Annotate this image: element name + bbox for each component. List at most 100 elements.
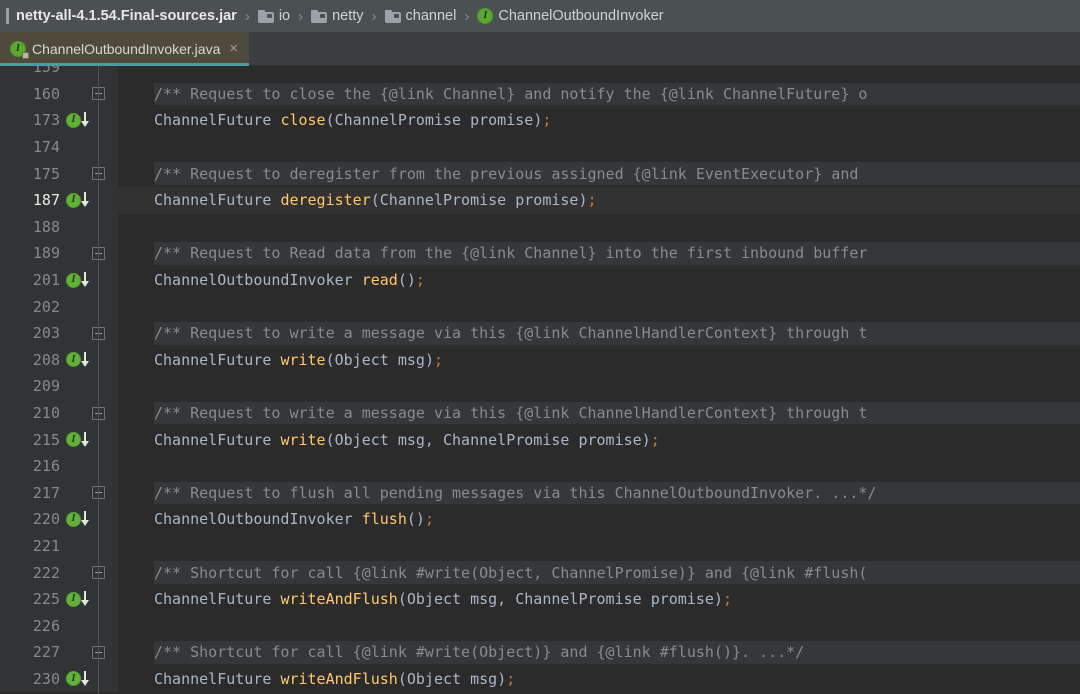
code-line[interactable]: 189 /** Request to Read data from the {@l…: [0, 240, 1080, 267]
code-line[interactable]: 203 /** Request to write a message via th…: [0, 319, 1080, 347]
implementation-marker-icon[interactable]: I: [66, 431, 92, 448]
folder-icon: [384, 9, 401, 23]
breadcrumb-jar-label: netty-all-4.1.54.Final-sources.jar: [16, 7, 237, 24]
gutter[interactable]: 173 I: [0, 107, 118, 134]
breadcrumb-item-type[interactable]: I ChannelOutboundInvoker: [475, 8, 665, 24]
token-semi: ;: [542, 111, 552, 130]
breadcrumb-item-jar[interactable]: netty-all-4.1.54.Final-sources.jar: [14, 9, 239, 24]
interface-icon: I: [66, 591, 81, 607]
method-declaration[interactable]: ChannelFuture writeAndFlush(Object msg);: [154, 670, 515, 688]
interface-icon: I: [477, 8, 494, 24]
code-line[interactable]: 220 I ChannelOutboundInvoker flush();: [0, 506, 1080, 533]
gutter[interactable]: 159: [0, 66, 118, 81]
line-number: 208: [32, 350, 60, 369]
code-line[interactable]: 227 /** Shortcut for call {@link #write(O…: [0, 639, 1080, 666]
folded-javadoc-comment[interactable]: /** Request to Read data from the {@link…: [154, 242, 868, 265]
code-line[interactable]: 217 /** Request to flush all pending mess…: [0, 479, 1080, 507]
code-line[interactable]: 225 I ChannelFuture writeAndFlush(Object m…: [0, 585, 1080, 613]
code-line[interactable]: 222 /** Shortcut for call {@link #write(O…: [0, 559, 1080, 586]
implementation-marker-icon[interactable]: I: [66, 272, 92, 288]
folded-javadoc-comment[interactable]: /** Request to flush all pending message…: [154, 481, 877, 504]
gutter[interactable]: 202: [0, 293, 118, 320]
tab-label: ChannelOutboundInvoker.java: [32, 41, 221, 57]
code-line[interactable]: 226: [0, 612, 1080, 640]
gutter[interactable]: 203: [0, 319, 118, 347]
method-declaration[interactable]: ChannelFuture close(ChannelPromise promi…: [154, 111, 551, 129]
line-number: 227: [32, 643, 60, 662]
folded-javadoc-comment[interactable]: /** Request to deregister from the previ…: [154, 162, 859, 185]
gutter[interactable]: 230 I: [0, 665, 118, 693]
close-icon[interactable]: ×: [226, 41, 241, 58]
folded-javadoc-comment[interactable]: /** Request to close the {@link Channel}…: [154, 82, 868, 105]
code-line[interactable]: 221: [0, 532, 1080, 560]
code-line[interactable]: 208 I ChannelFuture write(Object msg);: [0, 346, 1080, 374]
code-line[interactable]: 230 I ChannelFuture writeAndFlush(Object m…: [0, 665, 1080, 693]
tab-channeloutboundinvoker-java[interactable]: I ChannelOutboundInvoker.java ×: [0, 32, 250, 66]
breadcrumb-item-channel[interactable]: channel: [383, 9, 459, 24]
gutter[interactable]: 227: [0, 639, 118, 666]
code-line[interactable]: 188: [0, 213, 1080, 241]
gutter[interactable]: 221: [0, 532, 118, 560]
gutter[interactable]: 160: [0, 80, 118, 108]
implementation-marker-icon[interactable]: I: [66, 591, 92, 607]
gutter[interactable]: 225 I: [0, 585, 118, 613]
token-punct: ): [533, 111, 543, 130]
implementation-marker-icon[interactable]: I: [66, 511, 92, 527]
code-line[interactable]: 174: [0, 133, 1080, 161]
interface-readonly-icon: I: [10, 41, 29, 59]
method-declaration[interactable]: ChannelFuture deregister(ChannelPromise …: [154, 191, 597, 209]
gutter[interactable]: 188: [0, 213, 118, 241]
method-declaration[interactable]: ChannelFuture writeAndFlush(Object msg, …: [154, 590, 732, 608]
breadcrumb-item-io[interactable]: io: [256, 9, 292, 24]
interface-icon: I: [66, 352, 81, 368]
gutter[interactable]: 209: [0, 373, 118, 400]
gutter[interactable]: 217: [0, 479, 118, 507]
line-number: 188: [32, 217, 60, 236]
line-number: 222: [32, 563, 60, 582]
code-line[interactable]: 160 /** Request to close the {@link Chann…: [0, 80, 1080, 108]
gutter[interactable]: 201 I: [0, 266, 118, 294]
code-line[interactable]: 216: [0, 452, 1080, 480]
method-declaration[interactable]: ChannelFuture write(Object msg);: [154, 351, 443, 369]
code-line[interactable]: 202: [0, 293, 1080, 320]
folded-javadoc-comment[interactable]: /** Request to write a message via this …: [154, 402, 868, 425]
implementation-marker-icon[interactable]: I: [66, 351, 92, 368]
method-declaration[interactable]: ChannelFuture write(Object msg, ChannelP…: [154, 431, 660, 449]
code-line[interactable]: 173 I ChannelFuture close(ChannelPromise p…: [0, 107, 1080, 134]
code-editor[interactable]: 159 160 /** Request to close the {@link Ch…: [0, 66, 1080, 694]
gutter[interactable]: 189: [0, 240, 118, 267]
implementation-marker-icon[interactable]: I: [66, 112, 92, 128]
method-declaration[interactable]: ChannelOutboundInvoker flush();: [154, 510, 434, 528]
code-line[interactable]: 159: [0, 66, 1080, 81]
folded-javadoc-comment[interactable]: /** Shortcut for call {@link #write(Obje…: [154, 641, 805, 664]
token-method: writeAndFlush: [280, 590, 398, 609]
gutter[interactable]: 220 I: [0, 506, 118, 533]
implementation-marker-icon[interactable]: I: [66, 670, 92, 687]
implementation-marker-icon[interactable]: I: [66, 192, 92, 208]
gutter[interactable]: 215 I: [0, 426, 118, 453]
gutter[interactable]: 208 I: [0, 346, 118, 374]
code-line[interactable]: 215 I ChannelFuture write(Object msg, Chan…: [0, 426, 1080, 453]
token-punct: ): [424, 350, 434, 369]
code-line[interactable]: 201 I ChannelOutboundInvoker read();: [0, 266, 1080, 294]
token-ident: ChannelPromise promise: [334, 111, 534, 130]
gutter[interactable]: 216: [0, 452, 118, 480]
code-line[interactable]: 175 /** Request to deregister from the pr…: [0, 160, 1080, 187]
gutter[interactable]: 210: [0, 399, 118, 427]
folded-javadoc-comment[interactable]: /** Shortcut for call {@link #write(Obje…: [154, 561, 868, 584]
gutter[interactable]: 222: [0, 559, 118, 586]
code-line[interactable]: 209: [0, 373, 1080, 400]
gutter[interactable]: 226: [0, 612, 118, 640]
arrow-down-icon: [80, 511, 92, 527]
code-line[interactable]: 187 I ChannelFuture deregister(ChannelProm…: [0, 186, 1080, 214]
line-number: 217: [32, 483, 60, 502]
breadcrumb-item-netty[interactable]: netty: [309, 9, 365, 24]
method-declaration[interactable]: ChannelOutboundInvoker read();: [154, 271, 425, 289]
code-line[interactable]: 210 /** Request to write a message via th…: [0, 399, 1080, 427]
folded-javadoc-comment[interactable]: /** Request to write a message via this …: [154, 322, 868, 345]
gutter[interactable]: 174: [0, 133, 118, 161]
gutter[interactable]: 175: [0, 160, 118, 187]
interface-icon: I: [66, 272, 81, 288]
line-number: 174: [32, 138, 60, 157]
gutter[interactable]: 187 I: [0, 186, 118, 214]
